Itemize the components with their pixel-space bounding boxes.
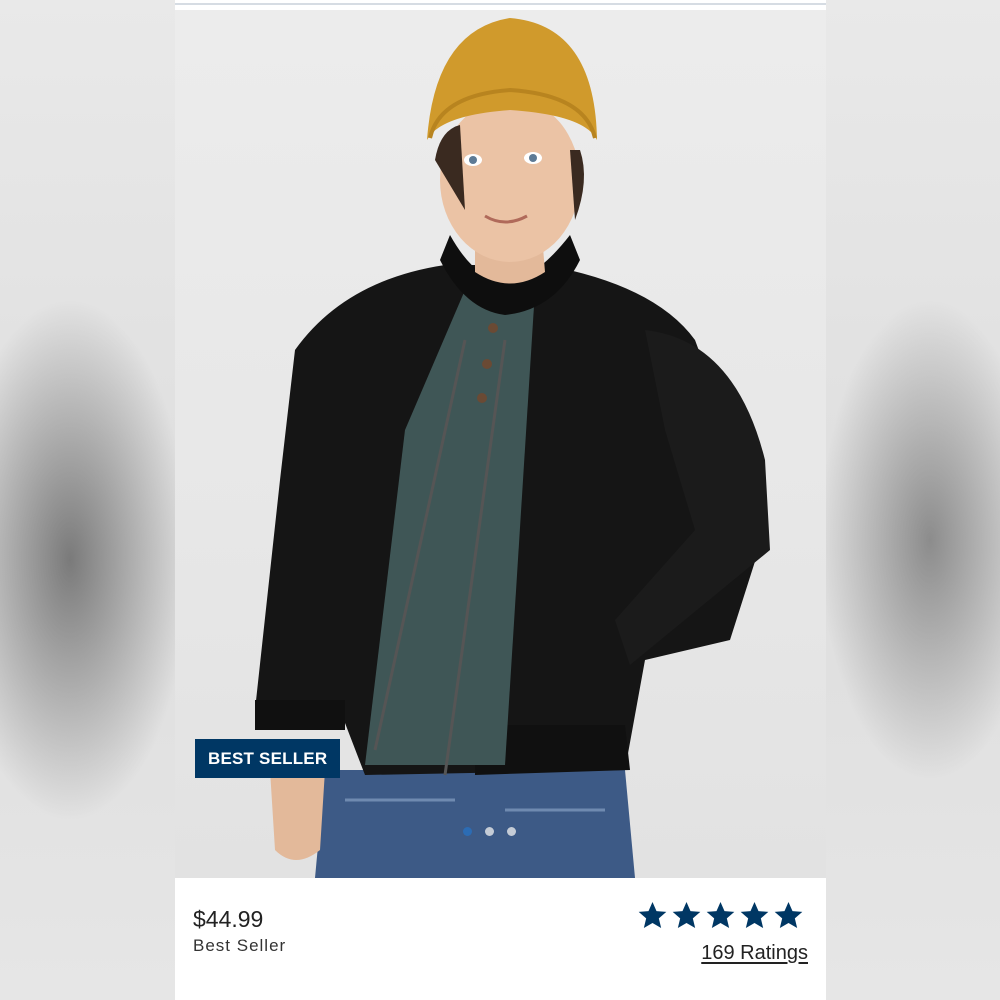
carousel-dot-2[interactable] <box>485 827 494 836</box>
divider <box>175 3 826 5</box>
star-icon <box>706 901 735 929</box>
star-icon <box>774 901 803 929</box>
star-rating <box>637 900 804 931</box>
product-info: $44.99 Best Seller 169 Ratings <box>175 878 826 1000</box>
star-icon <box>672 901 701 929</box>
product-price: $44.99 <box>193 906 264 932</box>
star-icon <box>638 901 667 929</box>
product-subtitle: Best Seller <box>193 936 287 955</box>
ratings-link[interactable]: 169 Ratings <box>701 942 808 965</box>
carousel-dot-1[interactable] <box>463 827 472 836</box>
best-seller-badge: BEST SELLER <box>195 739 341 778</box>
carousel-indicator[interactable] <box>463 827 516 836</box>
carousel-dot-3[interactable] <box>507 827 516 836</box>
star-icon <box>740 901 769 929</box>
product-card[interactable]: BEST SELLER $44.99 Best Seller 169 Ratin… <box>175 0 826 1000</box>
